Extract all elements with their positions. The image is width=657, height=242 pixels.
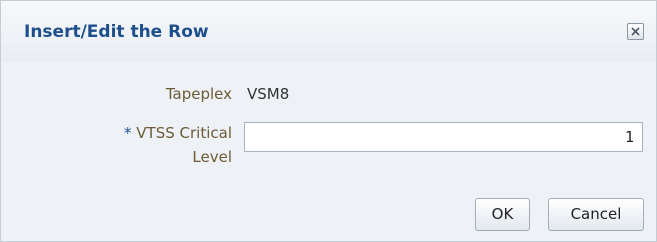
cancel-button[interactable]: Cancel — [548, 198, 644, 231]
dialog-titlebar: Insert/Edit the Row — [1, 1, 656, 61]
tapeplex-label: Tapeplex — [165, 85, 232, 103]
close-button[interactable] — [627, 23, 644, 40]
vtss-label-text: VTSS Critical — [136, 124, 232, 142]
required-marker: * — [124, 124, 132, 142]
ok-button[interactable]: OK — [475, 198, 530, 231]
vtss-critical-level-input[interactable] — [244, 122, 643, 152]
close-x-icon — [631, 27, 640, 36]
vtss-critical-level-label: * VTSS Critical Level — [124, 121, 232, 169]
dialog-title: Insert/Edit the Row — [24, 22, 209, 42]
tapeplex-value: VSM8 — [247, 85, 290, 103]
vtss-label-line2: Level — [192, 148, 232, 166]
insert-edit-row-dialog: Insert/Edit the Row Tapeplex VSM8 * VTSS… — [0, 0, 657, 242]
vtss-label-line1: * VTSS Critical — [124, 121, 232, 145]
